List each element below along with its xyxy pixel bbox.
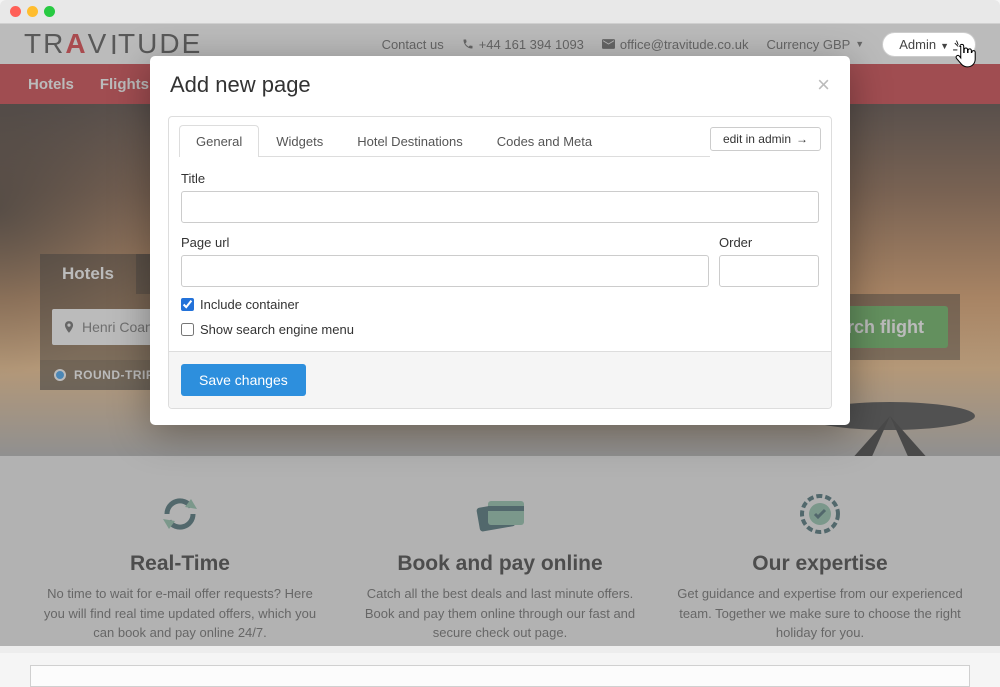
show-search-menu-label: Show search engine menu [200, 322, 354, 337]
modal-layer: Add new page × General Widgets Hotel Des… [0, 24, 1000, 646]
tab-codes-meta[interactable]: Codes and Meta [480, 125, 609, 157]
show-search-menu-row[interactable]: Show search engine menu [181, 322, 819, 337]
window-maximize-icon[interactable] [44, 6, 55, 17]
title-input[interactable] [181, 191, 819, 223]
title-label: Title [181, 171, 819, 186]
include-container-label: Include container [200, 297, 299, 312]
tab-widgets[interactable]: Widgets [259, 125, 340, 157]
include-container-checkbox[interactable] [181, 298, 194, 311]
tab-general[interactable]: General [179, 125, 259, 157]
modal-tabs: General Widgets Hotel Destinations Codes… [179, 125, 710, 157]
modal-title: Add new page [170, 72, 311, 98]
tab-hotel-destinations[interactable]: Hotel Destinations [340, 125, 480, 157]
add-page-modal: Add new page × General Widgets Hotel Des… [150, 56, 850, 425]
order-label: Order [719, 235, 819, 250]
show-search-menu-checkbox[interactable] [181, 323, 194, 336]
order-input[interactable] [719, 255, 819, 287]
pointer-cursor-icon [948, 38, 982, 72]
save-changes-button[interactable]: Save changes [181, 364, 306, 396]
arrow-right-icon: → [796, 132, 808, 146]
window-minimize-icon[interactable] [27, 6, 38, 17]
modal-close-button[interactable]: × [817, 72, 830, 98]
browser-chrome [0, 0, 1000, 24]
page-url-input[interactable] [181, 255, 709, 287]
edit-in-admin-button[interactable]: edit in admin → [710, 127, 821, 151]
page-url-label: Page url [181, 235, 709, 250]
include-container-row[interactable]: Include container [181, 297, 819, 312]
close-icon: × [817, 72, 830, 97]
window-close-icon[interactable] [10, 6, 21, 17]
bottom-panel [30, 665, 970, 687]
